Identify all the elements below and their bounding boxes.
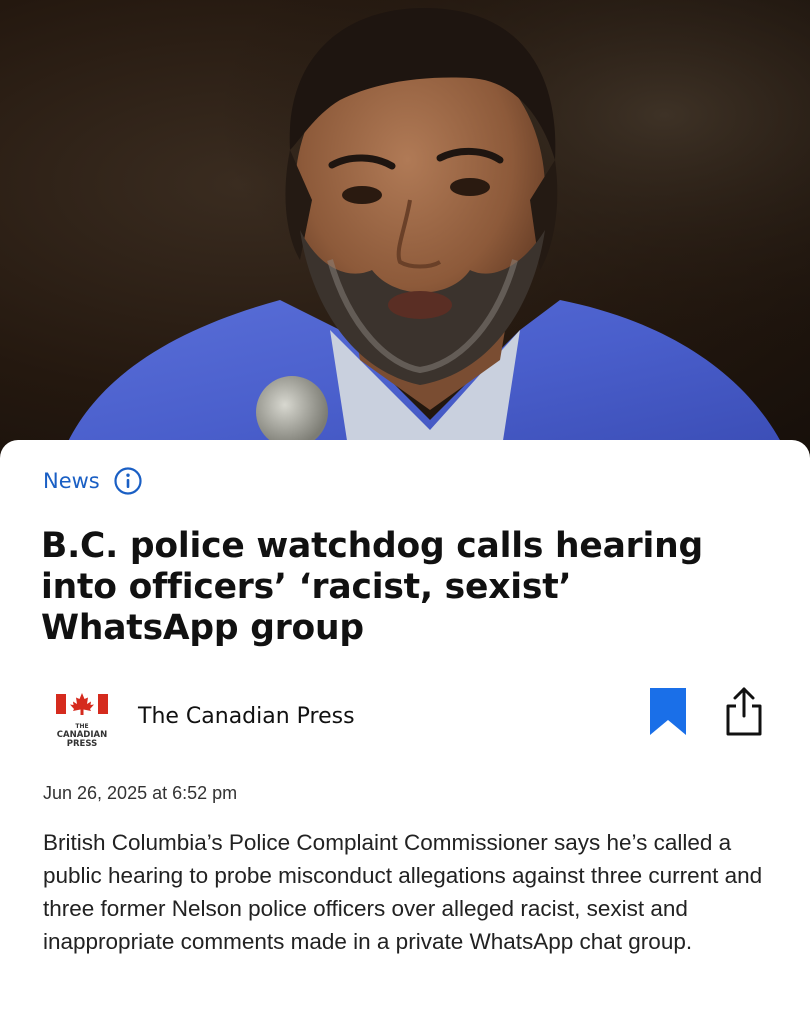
bookmark-icon — [650, 688, 686, 735]
category-row: News — [43, 466, 142, 496]
article-card: News B.C. police watchdog calls hearing … — [0, 440, 810, 1024]
info-icon[interactable] — [114, 467, 142, 495]
article-headline: B.C. police watchdog calls hearing into … — [41, 526, 703, 648]
article-timestamp: Jun 26, 2025 at 6:52 pm — [43, 783, 238, 803]
portrait-photo — [0, 0, 810, 460]
hero-image — [0, 0, 810, 460]
category-label[interactable]: News — [43, 469, 100, 493]
publisher-name[interactable]: The Canadian Press — [138, 704, 355, 729]
article-body: British Columbia’s Police Complaint Comm… — [43, 830, 763, 954]
publisher-logo[interactable]: THE CANADIAN PRESS — [52, 692, 112, 750]
publisher-row: THE CANADIAN PRESS The Canadian Press — [42, 686, 772, 750]
bookmark-button[interactable] — [649, 688, 687, 736]
maple-leaf-icon — [56, 693, 108, 715]
publisher-logo-text: THE CANADIAN PRESS — [42, 722, 122, 749]
share-button[interactable] — [722, 686, 766, 738]
share-icon — [726, 687, 762, 736]
logo-press: PRESS — [66, 739, 98, 749]
